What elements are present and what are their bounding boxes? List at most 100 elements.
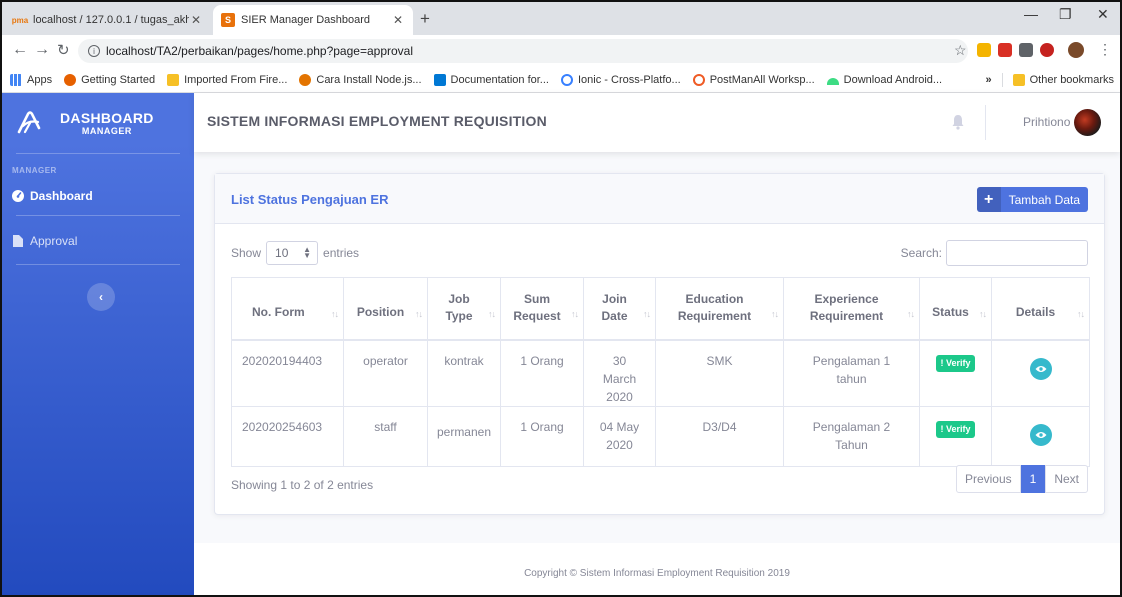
search-input[interactable]: [946, 240, 1088, 266]
sidebar-brand[interactable]: DASHBOARD MANAGER: [2, 93, 194, 153]
app-title: SISTEM INFORMASI EMPLOYMENT REQUISITION: [207, 113, 547, 129]
sier-icon: S: [221, 13, 235, 27]
address-bar[interactable]: i localhost/TA2/perbaikan/pages/home.php…: [78, 39, 968, 63]
col-header-sum-request[interactable]: Sum Request ↑↓: [500, 277, 584, 341]
col-header-job-type[interactable]: Job Type ↑↓: [427, 277, 501, 341]
vscode-icon: [433, 73, 446, 86]
reload-icon[interactable]: ↻: [57, 41, 70, 59]
pagination-page-1[interactable]: 1: [1020, 465, 1046, 493]
pagination: Previous 1 Next: [955, 465, 1088, 493]
sort-icon: ↑↓: [979, 309, 987, 320]
bookmark-other[interactable]: Other bookmarks: [1012, 74, 1114, 86]
bookmark-imported[interactable]: Imported From Fire...: [167, 73, 288, 86]
menu-icon[interactable]: ⋮: [1098, 41, 1112, 58]
cell-sum-request: 1 Orang: [500, 405, 584, 467]
col-header-experience[interactable]: Experience Requirement ↑↓: [783, 277, 920, 341]
minimize-icon[interactable]: —: [1024, 6, 1038, 22]
tab-title: SIER Manager Dashboard: [241, 14, 371, 26]
browser-tab-sier[interactable]: S SIER Manager Dashboard ✕: [213, 5, 413, 35]
pagination-previous[interactable]: Previous: [955, 465, 1021, 493]
col-header-label: No. Form: [252, 305, 305, 320]
entries-length-control: Show 10 ▲ ▼ entries: [231, 241, 359, 265]
new-tab-button[interactable]: +: [420, 9, 430, 29]
cell-experience: Pengalaman 2 Tahun: [783, 405, 920, 467]
android-icon: [826, 78, 839, 85]
sort-icon: ↑↓: [771, 309, 779, 320]
sort-icon: ↑↓: [488, 309, 496, 320]
entries-select[interactable]: 10 ▲ ▼: [266, 241, 319, 265]
add-data-button[interactable]: + Tambah Data: [976, 187, 1088, 212]
folder-icon: [1012, 74, 1025, 86]
bookmark-ionic[interactable]: Ionic - Cross-Platfo...: [560, 73, 681, 86]
extension-icon[interactable]: [998, 43, 1012, 57]
bookmark-documentation[interactable]: Documentation for...: [433, 73, 549, 86]
bookmark-apps[interactable]: Apps: [10, 73, 52, 86]
cell-sum-request: 1 Orang: [500, 339, 584, 407]
main-content: SISTEM INFORMASI EMPLOYMENT REQUISITION …: [194, 93, 1120, 595]
eye-icon: [1035, 365, 1046, 372]
cell-no-form: 202020194403: [231, 339, 344, 407]
cell-position: operator: [343, 339, 428, 407]
col-header-join-date[interactable]: Join Date ↑↓: [583, 277, 656, 341]
bookmark-nodejs[interactable]: Cara Install Node.js...: [299, 73, 422, 86]
tab-title: localhost / 127.0.0.1 / tugas_akhi: [33, 14, 189, 26]
sort-icon: ↑↓: [1077, 309, 1085, 320]
cell-status: ! Verify: [919, 405, 992, 467]
col-header-status[interactable]: Status ↑↓: [919, 277, 992, 341]
search-label: Search:: [900, 246, 942, 260]
sidebar-item-approval[interactable]: Approval: [2, 224, 194, 258]
cell-job-type: permanen: [427, 405, 501, 467]
view-details-button[interactable]: [1029, 423, 1052, 446]
topbar-divider: [985, 105, 986, 140]
col-header-label: Position: [356, 305, 405, 320]
close-window-icon[interactable]: ✕: [1097, 6, 1109, 23]
topbar: SISTEM INFORMASI EMPLOYMENT REQUISITION …: [194, 93, 1120, 152]
profile-icon[interactable]: [1068, 42, 1084, 58]
browser-toolbar: ← → ↻ i localhost/TA2/perbaikan/pages/ho…: [2, 35, 1120, 67]
restore-icon[interactable]: ❐: [1059, 6, 1072, 23]
brand-subtitle: MANAGER: [81, 125, 132, 136]
bookmark-label: Imported From Fire...: [184, 73, 288, 86]
close-tab-icon[interactable]: ✕: [189, 13, 203, 27]
cell-job-type: kontrak: [427, 339, 501, 407]
sidebar-heading: MANAGER: [12, 166, 57, 175]
sidebar-toggle-button[interactable]: ‹: [87, 283, 115, 311]
folder-icon: [167, 73, 180, 86]
bookmark-postman[interactable]: PostManAll Worksp...: [692, 73, 815, 86]
apps-grid-icon: [10, 73, 22, 86]
er-table: No. Form ↑↓ Position ↑↓ Job Type ↑↓ Sum Req…: [231, 277, 1090, 467]
card-title: List Status Pengajuan ER: [231, 192, 389, 207]
brand-logo-icon: [17, 111, 41, 134]
bookmark-label: Other bookmarks: [1029, 74, 1114, 86]
site-info-icon[interactable]: i: [88, 45, 100, 57]
bookmark-android[interactable]: Download Android...: [826, 73, 943, 86]
extension-icon[interactable]: [977, 43, 991, 57]
user-name[interactable]: Prihtiono: [1023, 115, 1070, 129]
avatar[interactable]: [1074, 109, 1101, 136]
pagination-next[interactable]: Next: [1045, 465, 1088, 493]
extension-icon[interactable]: [1019, 43, 1033, 57]
bookmarks-overflow-button[interactable]: »: [986, 74, 992, 86]
bookmark-getting-started[interactable]: Getting Started: [64, 73, 155, 86]
cell-join-date: 30 March 2020: [583, 339, 656, 407]
close-tab-icon[interactable]: ✕: [391, 13, 405, 27]
extension-icon[interactable]: [1040, 43, 1054, 57]
card-header: List Status Pengajuan ER + Tambah Data: [215, 174, 1104, 224]
browser-tab-phpmyadmin[interactable]: pma localhost / 127.0.0.1 / tugas_akhi ✕: [5, 5, 211, 35]
view-details-button[interactable]: [1029, 357, 1052, 380]
col-header-education[interactable]: Education Requirement ↑↓: [655, 277, 784, 341]
url-text: localhost/TA2/perbaikan/pages/home.php?p…: [106, 44, 413, 58]
forward-icon[interactable]: →: [34, 41, 50, 59]
cell-status: ! Verify: [919, 339, 992, 407]
add-data-label: Tambah Data: [1008, 192, 1080, 207]
sidebar-item-dashboard[interactable]: Dashboard: [2, 179, 194, 213]
col-header-no-form[interactable]: No. Form ↑↓: [231, 277, 344, 341]
tachometer-icon: [12, 190, 24, 202]
bell-icon[interactable]: [951, 114, 965, 130]
table-search: Search:: [901, 240, 1088, 266]
bookmark-label: Download Android...: [843, 73, 943, 86]
back-icon[interactable]: ←: [12, 41, 28, 59]
bookmark-star-icon[interactable]: ☆: [954, 42, 967, 59]
col-header-details[interactable]: Details ↑↓: [991, 277, 1090, 341]
col-header-position[interactable]: Position ↑↓: [343, 277, 428, 341]
